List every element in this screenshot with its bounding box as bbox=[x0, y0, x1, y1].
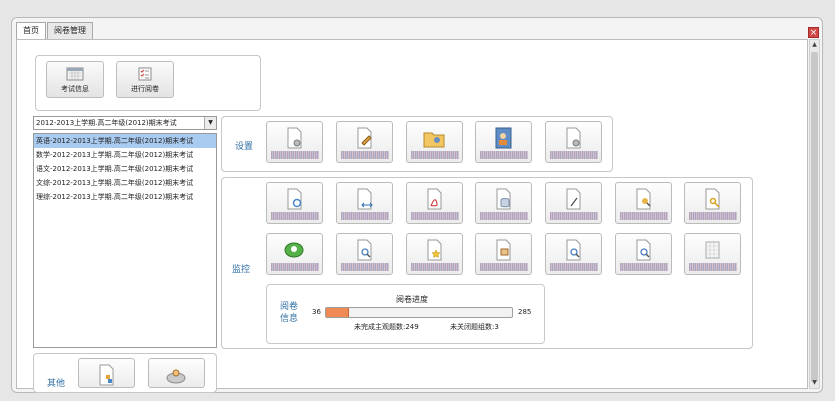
grading-info-label: 阅卷 信息 bbox=[280, 301, 298, 325]
tile-caption-noise bbox=[480, 212, 528, 220]
list-item[interactable]: 数学-2012-2013上学期.高二年级(2012)期末考试 bbox=[34, 148, 216, 162]
pdf-icon bbox=[427, 188, 442, 210]
scroll-up-icon[interactable]: ▲ bbox=[810, 40, 819, 50]
doc-star-icon bbox=[427, 239, 442, 261]
other-tile-1[interactable] bbox=[78, 358, 135, 388]
settings-tile-1[interactable] bbox=[266, 121, 323, 163]
grading-progress-bar bbox=[325, 307, 513, 318]
scroll-down-icon[interactable]: ▼ bbox=[810, 378, 819, 388]
doc-search-icon bbox=[566, 239, 581, 261]
tile-caption-noise bbox=[689, 212, 737, 220]
settings-tile-3[interactable] bbox=[406, 121, 463, 163]
grading-info-label-line1: 阅卷 bbox=[280, 302, 299, 312]
grading-progress-fill bbox=[326, 308, 350, 317]
user-disk-icon bbox=[166, 369, 186, 384]
tab-home[interactable]: 首页 bbox=[16, 22, 46, 39]
monitor-tile-11[interactable] bbox=[475, 233, 532, 275]
tile-caption-noise bbox=[271, 151, 319, 159]
tile-caption-noise bbox=[341, 212, 389, 220]
progress-max-value: 285 bbox=[518, 308, 532, 316]
close-icon[interactable]: × bbox=[808, 27, 819, 38]
grading-info-label-line2: 信息 bbox=[280, 314, 299, 324]
tile-caption-noise bbox=[271, 212, 319, 220]
exam-info-label: 考试信息 bbox=[61, 85, 89, 93]
folder-user-icon bbox=[423, 132, 445, 148]
chevron-down-icon[interactable]: ▼ bbox=[204, 117, 216, 129]
list-item[interactable]: 英语-2012-2013上学期.高二年级(2012)期末考试 bbox=[34, 134, 216, 148]
monitor-tile-7[interactable] bbox=[684, 182, 741, 224]
monitor-tile-3[interactable] bbox=[406, 182, 463, 224]
monitor-tile-6[interactable] bbox=[615, 182, 672, 224]
doc-pencil-icon bbox=[357, 127, 372, 149]
doc-database-icon bbox=[496, 188, 511, 210]
tile-caption-noise bbox=[550, 212, 598, 220]
tile-caption-noise bbox=[550, 151, 598, 159]
doc-key-icon bbox=[705, 188, 720, 210]
tile-caption-noise bbox=[480, 151, 528, 159]
start-grading-button[interactable]: 进行阅卷 bbox=[116, 61, 174, 98]
monitor-tile-4[interactable] bbox=[475, 182, 532, 224]
settings-tile-2[interactable] bbox=[336, 121, 393, 163]
tile-caption-noise bbox=[341, 151, 389, 159]
doc-image-icon bbox=[496, 239, 511, 261]
tile-caption-noise bbox=[411, 212, 459, 220]
tab-grading-management[interactable]: 阅卷管理 bbox=[47, 22, 93, 39]
other-section-label: 其他 bbox=[47, 379, 66, 389]
unclosed-count: 未关闭题组数:3 bbox=[450, 323, 499, 331]
doc-gear-icon bbox=[287, 127, 302, 149]
checklist-icon bbox=[138, 67, 152, 81]
exam-list[interactable]: 英语-2012-2013上学期.高二年级(2012)期末考试 数学-2012-2… bbox=[33, 133, 217, 348]
doc-refresh-icon bbox=[287, 188, 302, 210]
monitor-tile-10[interactable] bbox=[406, 233, 463, 275]
vertical-scrollbar[interactable]: ▲ ▼ bbox=[809, 39, 820, 389]
start-grading-label: 进行阅卷 bbox=[131, 85, 159, 93]
exam-select-value: 2012-2013上学期.高二年级(2012)期末考试 bbox=[36, 119, 177, 127]
settings-tile-4[interactable] bbox=[475, 121, 532, 163]
tile-caption-noise bbox=[411, 151, 459, 159]
calendar-icon bbox=[66, 67, 84, 81]
doc-pen-icon bbox=[566, 188, 581, 210]
progress-min-value: 36 bbox=[312, 308, 321, 316]
tab-bar: 首页 阅卷管理 bbox=[16, 22, 94, 39]
tile-caption-noise bbox=[689, 263, 737, 271]
monitor-tile-12[interactable] bbox=[545, 233, 602, 275]
scrollbar-thumb[interactable] bbox=[811, 52, 818, 382]
doc-arrows-icon bbox=[357, 188, 373, 210]
doc-share-icon bbox=[99, 364, 114, 386]
monitor-tile-13[interactable] bbox=[615, 233, 672, 275]
settings-tile-5[interactable] bbox=[545, 121, 602, 163]
tile-caption-noise bbox=[550, 263, 598, 271]
monitor-tile-1[interactable] bbox=[266, 182, 323, 224]
monitor-tile-2[interactable] bbox=[336, 182, 393, 224]
monitor-tile-8[interactable] bbox=[266, 233, 323, 275]
tile-caption-noise bbox=[411, 263, 459, 271]
exam-info-button[interactable]: 考试信息 bbox=[46, 61, 104, 98]
doc-gear-icon bbox=[566, 127, 581, 149]
doc-user-search-icon bbox=[636, 188, 651, 210]
tile-caption-noise bbox=[480, 263, 528, 271]
doc-search-icon bbox=[636, 239, 651, 261]
doc-search-icon bbox=[357, 239, 372, 261]
monitor-tile-5[interactable] bbox=[545, 182, 602, 224]
list-item[interactable]: 文综-2012-2013上学期.高二年级(2012)期末考试 bbox=[34, 176, 216, 190]
unfinished-count: 未完成主观题数:249 bbox=[354, 323, 419, 331]
contacts-book-icon bbox=[495, 127, 512, 149]
list-item[interactable]: 语文-2012-2013上学期.高二年级(2012)期末考试 bbox=[34, 162, 216, 176]
other-tile-2[interactable] bbox=[148, 358, 205, 388]
monitor-section-label: 监控 bbox=[232, 265, 251, 275]
green-check-disc-icon bbox=[284, 242, 304, 258]
exam-select[interactable]: 2012-2013上学期.高二年级(2012)期末考试 ▼ bbox=[33, 116, 217, 130]
list-item[interactable]: 理综-2012-2013上学期.高二年级(2012)期末考试 bbox=[34, 190, 216, 204]
monitor-tile-9[interactable] bbox=[336, 233, 393, 275]
settings-section-label: 设置 bbox=[235, 142, 254, 152]
tile-caption-noise bbox=[341, 263, 389, 271]
monitor-tile-14[interactable] bbox=[684, 233, 741, 275]
tile-caption-noise bbox=[271, 263, 319, 271]
tile-caption-noise bbox=[620, 212, 668, 220]
progress-title: 阅卷进度 bbox=[396, 295, 428, 304]
blank-doc-icon bbox=[705, 241, 720, 259]
tile-caption-noise bbox=[620, 263, 668, 271]
